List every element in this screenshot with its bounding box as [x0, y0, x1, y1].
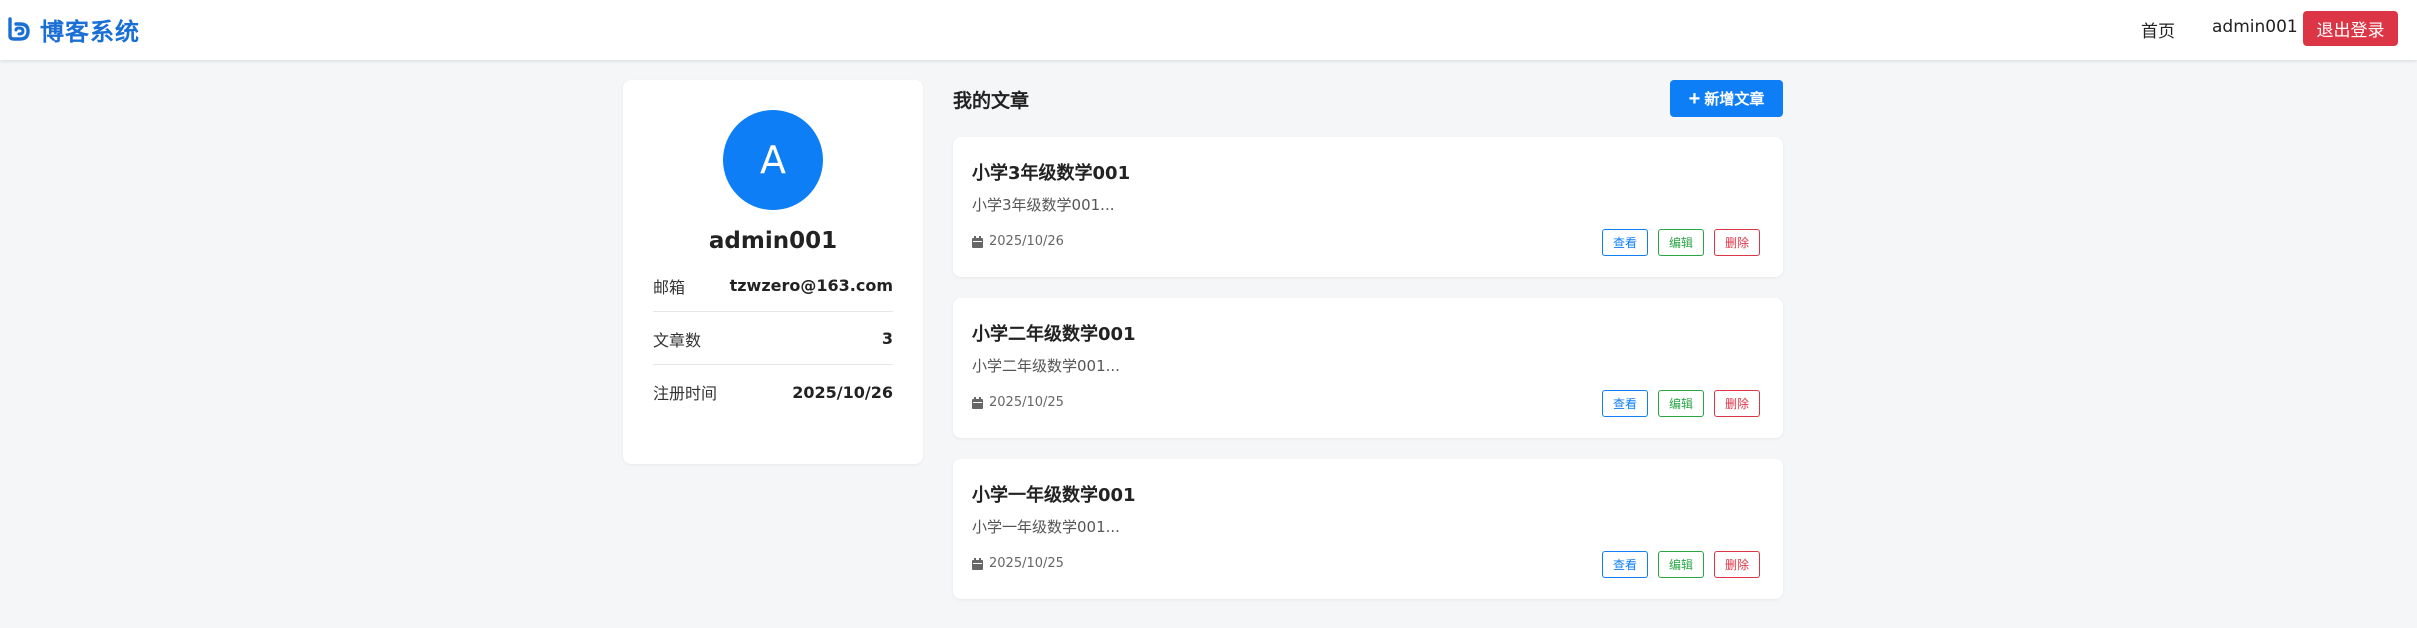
- article-summary: 小学3年级数学001...: [972, 196, 1115, 214]
- article-date: 2025/10/25: [972, 395, 1064, 410]
- profile-row-article-count: 文章数 3: [653, 313, 893, 365]
- delete-button[interactable]: 删除: [1714, 229, 1760, 256]
- article-title[interactable]: 小学二年级数学001: [972, 320, 1136, 346]
- article-date: 2025/10/25: [972, 556, 1064, 571]
- article-title[interactable]: 小学3年级数学001: [972, 159, 1130, 185]
- profile-row-value: tzwzero@163.com: [729, 276, 893, 295]
- profile-name: admin001: [708, 228, 838, 254]
- plus-icon: +: [1688, 87, 1701, 110]
- delete-button[interactable]: 删除: [1714, 551, 1760, 578]
- article-date-text: 2025/10/26: [989, 234, 1064, 249]
- article-actions: 查看 编辑 删除: [1602, 229, 1760, 256]
- calendar-icon: [972, 235, 983, 248]
- view-button[interactable]: 查看: [1602, 390, 1648, 417]
- edit-button[interactable]: 编辑: [1658, 229, 1704, 256]
- profile-row-value: 2025/10/26: [792, 382, 893, 402]
- logout-button[interactable]: 退出登录: [2303, 11, 2398, 46]
- profile-row-register-date: 注册时间 2025/10/26: [653, 366, 893, 418]
- profile-row-label: 文章数: [653, 330, 702, 350]
- nav-home-link[interactable]: 首页: [2141, 17, 2175, 42]
- article-summary: 小学一年级数学001...: [972, 518, 1120, 536]
- profile-row-value: 3: [881, 329, 893, 348]
- article-actions: 查看 编辑 删除: [1602, 390, 1760, 417]
- calendar-icon: [972, 557, 983, 570]
- article-card: 小学二年级数学001 小学二年级数学001... 2025/10/25 查看 编…: [953, 298, 1783, 438]
- delete-button[interactable]: 删除: [1714, 390, 1760, 417]
- view-button[interactable]: 查看: [1602, 229, 1648, 256]
- article-card: 小学一年级数学001 小学一年级数学001... 2025/10/25 查看 编…: [953, 459, 1783, 599]
- profile-row-label: 注册时间: [653, 384, 718, 403]
- article-card: 小学3年级数学001 小学3年级数学001... 2025/10/26 查看 编…: [953, 137, 1783, 277]
- nav-username-link[interactable]: admin001: [2212, 17, 2298, 37]
- new-article-label: 新增文章: [1704, 91, 1765, 108]
- edit-button[interactable]: 编辑: [1658, 551, 1704, 578]
- brand-name: 博客系统: [40, 17, 140, 46]
- profile-row-label: 邮箱: [653, 277, 686, 297]
- new-article-button[interactable]: + 新增文章: [1670, 80, 1783, 117]
- top-navbar: 博客系统 首页 admin001 退出登录: [0, 0, 2417, 60]
- section-title: 我的文章: [953, 90, 1030, 112]
- profile-row-email: 邮箱 tzwzero@163.com: [653, 260, 893, 312]
- avatar: A: [723, 110, 823, 210]
- blog-logo-icon: [6, 16, 32, 42]
- calendar-icon: [972, 396, 983, 409]
- article-date: 2025/10/26: [972, 234, 1064, 249]
- article-date-text: 2025/10/25: [989, 395, 1064, 410]
- article-date-text: 2025/10/25: [989, 556, 1064, 571]
- article-actions: 查看 编辑 删除: [1602, 551, 1760, 578]
- profile-card: A admin001 邮箱 tzwzero@163.com 文章数 3 注册时间…: [623, 80, 923, 464]
- brand-link[interactable]: 博客系统: [6, 11, 140, 47]
- article-summary: 小学二年级数学001...: [972, 357, 1120, 375]
- edit-button[interactable]: 编辑: [1658, 390, 1704, 417]
- view-button[interactable]: 查看: [1602, 551, 1648, 578]
- article-title[interactable]: 小学一年级数学001: [972, 481, 1136, 507]
